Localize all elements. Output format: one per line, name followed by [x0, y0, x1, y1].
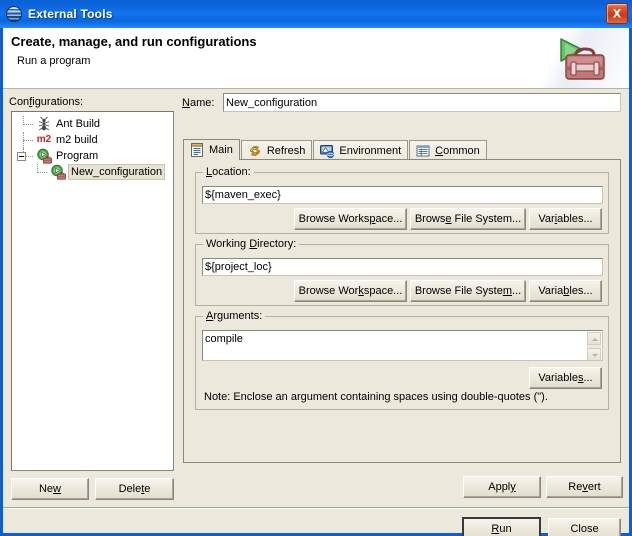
header-banner: Create, manage, and run configurations R…	[3, 28, 629, 89]
tab-label: Refresh	[267, 145, 306, 157]
tree-item-ant-build[interactable]: Ant Build	[12, 116, 173, 132]
tab-main[interactable]: Main	[183, 139, 240, 160]
tab-label: Main	[209, 144, 233, 156]
toolbox-run-icon	[553, 33, 617, 85]
refresh-arrows-icon	[247, 143, 263, 159]
tab-environment[interactable]: Environment	[313, 140, 408, 160]
arguments-note: Note: Enclose an argument containing spa…	[204, 391, 548, 403]
revert-button[interactable]: Revert	[546, 476, 623, 498]
arguments-variables-button[interactable]: Variables...	[529, 367, 602, 389]
location-variables-button[interactable]: Variables...	[529, 208, 602, 230]
working-directory-input[interactable]	[202, 258, 603, 276]
tree-item-label: Program	[54, 149, 100, 163]
environment-monitor-icon	[319, 143, 335, 159]
workdir-variables-button[interactable]: Variables...	[529, 280, 602, 302]
footer-divider	[3, 507, 629, 509]
tab-refresh[interactable]: Refresh	[241, 140, 313, 160]
name-input[interactable]	[223, 93, 621, 112]
new-button[interactable]: New	[11, 478, 89, 500]
tab-label: Environment	[339, 145, 401, 157]
tree-collapse-toggle[interactable]	[17, 152, 26, 161]
arguments-textarea[interactable]: compile	[202, 330, 603, 361]
workdir-browse-filesystem-button[interactable]: Browse File System...	[410, 280, 526, 302]
arguments-scrollbar[interactable]	[587, 332, 601, 361]
program-run-icon	[50, 164, 66, 180]
scroll-down-icon[interactable]	[587, 348, 601, 361]
tab-common[interactable]: Common	[409, 140, 487, 160]
tree-item-program[interactable]: Program	[12, 148, 173, 164]
location-group: Location: Browse Workspace... Browse Fil…	[195, 172, 609, 234]
external-tools-dialog: External Tools Create, manage, and run c…	[0, 0, 632, 536]
tree-item-label: Ant Build	[54, 117, 102, 131]
ant-icon	[36, 116, 52, 132]
tree-item-label: m2 build	[54, 133, 100, 147]
header-subtitle: Run a program	[17, 55, 90, 67]
header-divider	[3, 88, 629, 89]
tab-bar: Main Refresh Environment	[183, 139, 621, 160]
arguments-value: compile	[205, 333, 243, 345]
tree-item-label: New_configuration	[68, 164, 165, 180]
run-button[interactable]: Run	[462, 517, 541, 536]
common-list-icon	[415, 143, 431, 159]
window-title: External Tools	[28, 7, 113, 21]
close-icon[interactable]	[606, 3, 628, 24]
close-button[interactable]: Close	[548, 518, 621, 536]
configurations-label: Configurations:	[9, 96, 83, 108]
location-browse-workspace-button[interactable]: Browse Workspace...	[294, 208, 407, 230]
m2-icon: m2	[36, 132, 52, 148]
tab-label-mnemonic: C	[435, 145, 443, 157]
arguments-group: Arguments: compile Variables... Note: En…	[195, 316, 609, 410]
program-run-icon	[36, 148, 52, 164]
location-browse-filesystem-button[interactable]: Browse File System...	[410, 208, 526, 230]
main-document-icon	[189, 142, 205, 158]
scroll-up-icon[interactable]	[587, 332, 601, 345]
header-title: Create, manage, and run configurations	[11, 34, 257, 49]
tab-label: ommon	[443, 145, 480, 157]
arguments-group-title: Arguments:	[203, 310, 265, 322]
workdir-browse-workspace-button[interactable]: Browse Workspace...	[294, 280, 407, 302]
working-directory-group-title: Working Directory:	[203, 238, 299, 250]
tree-item-m2-build[interactable]: m2 m2 build	[12, 132, 173, 148]
apply-button[interactable]: Apply	[463, 476, 541, 498]
name-label: Name:	[182, 97, 214, 109]
world-sphere-icon	[6, 6, 22, 22]
configurations-tree[interactable]: Ant Build m2 m2 build	[11, 111, 174, 471]
tree-item-new-configuration[interactable]: New_configuration	[12, 164, 173, 180]
delete-button[interactable]: Delete	[95, 478, 174, 500]
location-group-title: Location:	[203, 166, 254, 178]
titlebar: External Tools	[0, 0, 632, 28]
location-input[interactable]	[202, 186, 603, 204]
working-directory-group: Working Directory: Browse Workspace... B…	[195, 244, 609, 306]
dialog-body: Create, manage, and run configurations R…	[3, 28, 629, 533]
